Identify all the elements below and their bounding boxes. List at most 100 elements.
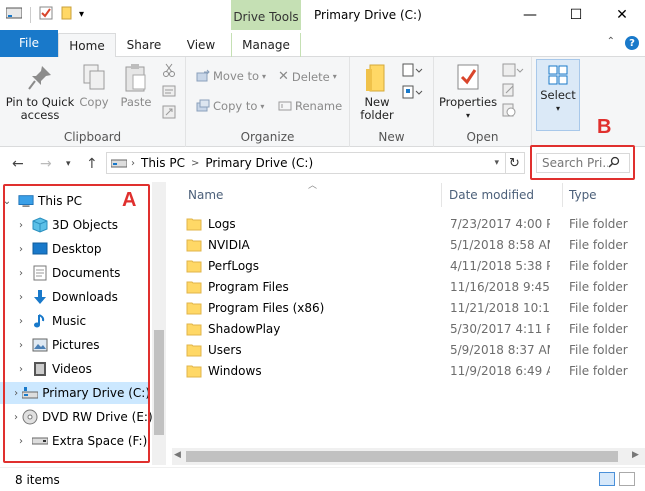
breadcrumb-primary-drive[interactable]: Primary Drive (C:) [205, 156, 313, 170]
table-row[interactable]: Windows 11/9/2018 6:49 AM File folder [186, 360, 645, 381]
paste-icon [125, 64, 146, 92]
column-header-type[interactable]: Type [569, 188, 597, 202]
up-arrow-icon[interactable]: ↑ [86, 156, 98, 172]
select-button[interactable]: Select ▾ [536, 59, 580, 131]
ribbon-tabs: File Home Share View Manage ⌃ ? [0, 30, 645, 58]
annotation-box-a [3, 184, 150, 463]
status-bar: 8 items [0, 467, 645, 491]
new-folder-button[interactable]: New folder [356, 63, 398, 122]
annotation-box-b [530, 145, 635, 180]
maximize-button[interactable]: ☐ [553, 0, 599, 30]
easy-access-icon[interactable] [402, 85, 424, 104]
chevron-up-icon[interactable]: ⌃ [607, 36, 615, 50]
clipboard-group: Pin to Quick access Copy Paste Clipboard [0, 57, 186, 147]
organize-group-label: Organize [240, 130, 295, 144]
new-group-label: New [378, 130, 405, 144]
open-icon[interactable] [502, 63, 524, 80]
properties-check-icon[interactable] [39, 6, 53, 23]
column-divider[interactable] [562, 183, 563, 207]
folder-icon [186, 323, 202, 335]
address-bar[interactable]: › This PC > Primary Drive (C:) ▾ [106, 152, 506, 174]
breadcrumb-this-pc[interactable]: This PC [141, 156, 185, 170]
new-folder-qat-icon[interactable] [59, 6, 73, 23]
folder-icon [186, 239, 202, 251]
recent-locations-icon[interactable]: ▾ [66, 159, 71, 169]
ribbon: Pin to Quick access Copy Paste Clipboard… [0, 57, 645, 147]
folder-icon [186, 344, 202, 356]
folder-icon [186, 281, 202, 293]
annotation-label-a: A [122, 189, 137, 211]
open-group-label: Open [466, 130, 499, 144]
paste-button[interactable]: Paste [118, 63, 154, 109]
table-row[interactable]: PerfLogs 4/11/2018 5:38 PM File folder [186, 255, 645, 276]
refresh-icon[interactable]: ↻ [505, 152, 525, 174]
clipboard-group-label: Clipboard [63, 130, 122, 144]
column-header-date[interactable]: Date modified [449, 188, 534, 202]
table-row[interactable]: Program Files 11/16/2018 9:45 AM File fo… [186, 276, 645, 297]
move-to-button[interactable]: Move to ▾ [196, 69, 266, 83]
window-title: Primary Drive (C:) [314, 8, 422, 22]
folder-icon [186, 260, 202, 272]
minimize-button[interactable]: — [507, 0, 553, 30]
drive-tools-header: Drive Tools [231, 0, 301, 32]
rename-button[interactable]: Rename [278, 99, 342, 113]
tab-home[interactable]: Home [58, 33, 116, 58]
table-row[interactable]: ShadowPlay 5/30/2017 4:11 PM File folder [186, 318, 645, 339]
forward-arrow-icon[interactable]: → [40, 156, 52, 172]
table-row[interactable]: Program Files (x86) 11/21/2018 10:13 ...… [186, 297, 645, 318]
tab-share[interactable]: Share [118, 33, 170, 57]
horizontal-scrollbar-thumb[interactable] [186, 451, 618, 462]
pin-to-quick-access-button[interactable]: Pin to Quick access [4, 63, 76, 122]
properties-icon [457, 64, 479, 90]
scroll-left-icon[interactable]: ◀ [174, 450, 181, 460]
back-arrow-icon[interactable]: ← [12, 156, 24, 172]
properties-button[interactable]: Properties ▾ [438, 63, 498, 122]
pin-icon [28, 66, 51, 90]
column-divider[interactable] [441, 183, 442, 207]
details-view-icon[interactable] [599, 472, 615, 486]
tab-file[interactable]: File [0, 30, 58, 57]
paste-shortcut-icon[interactable] [162, 105, 176, 122]
folder-icon [186, 302, 202, 314]
copy-icon [83, 64, 105, 90]
tab-view[interactable]: View [178, 33, 224, 57]
tab-manage[interactable]: Manage [231, 33, 301, 57]
open-group: Properties ▾ Open [434, 57, 532, 147]
table-row[interactable]: Logs 7/23/2017 4:00 PM File folder [186, 213, 645, 234]
move-to-icon [196, 69, 210, 82]
cut-icon[interactable] [162, 63, 176, 80]
folder-icon [186, 365, 202, 377]
folder-icon [186, 218, 202, 230]
drive-address-icon [110, 156, 128, 171]
delete-x-icon: ✕ [278, 69, 289, 84]
help-icon[interactable]: ? [625, 36, 639, 50]
delete-button[interactable]: ✕ Delete ▾ [278, 69, 337, 84]
table-row[interactable]: Users 5/9/2018 8:37 AM File folder [186, 339, 645, 360]
explorer-icon[interactable] [5, 6, 23, 23]
select-grid-icon [548, 65, 568, 85]
customize-qat-icon[interactable]: ▾ [79, 9, 84, 20]
rename-icon [278, 101, 292, 111]
large-icons-view-icon[interactable] [619, 472, 635, 486]
copy-button[interactable]: Copy [76, 63, 112, 109]
history-icon[interactable] [502, 103, 516, 120]
edit-icon[interactable] [502, 83, 516, 100]
new-folder-icon [366, 64, 385, 92]
column-header-name[interactable]: Name [188, 188, 223, 202]
copy-to-button[interactable]: Copy to ▾ [196, 99, 264, 113]
new-group: New folder New [350, 57, 434, 147]
select-group: Select ▾ [532, 57, 582, 147]
organize-group: Move to ▾ Copy to ▾ ✕ Delete ▾ Rename Organ… [186, 57, 350, 147]
title-bar: ▾ Drive Tools Primary Drive (C:) — ☐ ✕ [0, 0, 645, 32]
nav-scrollbar-thumb[interactable] [154, 330, 164, 435]
address-dropdown-icon[interactable]: ▾ [494, 158, 499, 168]
new-item-icon[interactable] [402, 63, 424, 82]
annotation-label-b: B [597, 116, 612, 138]
close-button[interactable]: ✕ [599, 0, 645, 30]
table-row[interactable]: NVIDIA 5/1/2018 8:58 AM File folder [186, 234, 645, 255]
copy-path-icon[interactable] [162, 85, 176, 100]
copy-to-icon [196, 99, 210, 112]
scroll-right-icon[interactable]: ▶ [632, 450, 639, 460]
sort-arrow-icon: ︿ [308, 181, 318, 191]
quick-access-toolbar: ▾ [5, 6, 84, 23]
